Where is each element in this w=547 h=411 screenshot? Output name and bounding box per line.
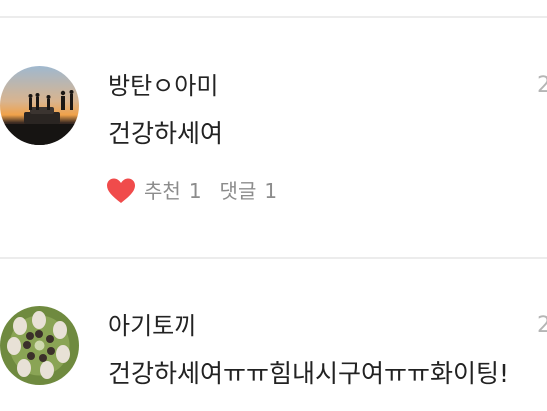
comment-username[interactable]: 아기토끼 — [108, 310, 196, 342]
comment-timestamp: 2 — [537, 313, 547, 338]
divider — [0, 257, 547, 259]
user-avatar[interactable] — [0, 66, 79, 145]
comment-text: 건강하세여ㅠㅠ힘내시구여ㅠㅠ화이팅! — [108, 359, 510, 388]
group-photo-avatar — [0, 306, 79, 385]
user-avatar[interactable] — [0, 306, 79, 385]
heart-icon[interactable] — [106, 177, 136, 205]
divider — [0, 16, 547, 18]
silhouettes-at-sunset-avatar — [0, 66, 79, 145]
reply-count: 1 — [264, 179, 278, 203]
reply-label[interactable]: 댓글 — [220, 177, 257, 205]
like-count: 1 — [188, 179, 202, 203]
comment-actions: 추천 1 댓글 1 — [106, 176, 277, 206]
comment-timestamp: 2 — [537, 73, 547, 98]
comment-text: 건강하세여 — [108, 119, 224, 148]
comment-username[interactable]: 방탄ㅇ아미 — [108, 70, 218, 102]
comment-list-screen: 방탄ㅇ아미 2 건강하세여 추천 1 댓글 1 아기토끼 2 건강하세여ㅠㅠ힘내… — [0, 0, 547, 411]
like-label[interactable]: 추천 — [144, 177, 181, 205]
reply-button[interactable]: 댓글 1 — [220, 177, 278, 205]
